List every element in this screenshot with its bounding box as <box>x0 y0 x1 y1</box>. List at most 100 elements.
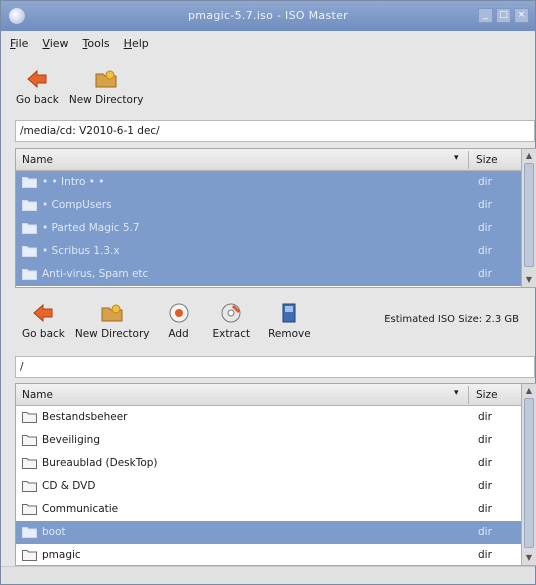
column-divider[interactable] <box>468 386 469 404</box>
column-header-name[interactable]: Name <box>22 154 53 166</box>
list-item[interactable]: Bestandsbeheer dir <box>16 406 536 429</box>
title-bar[interactable]: pmagic-5.7.iso - ISO Master _ □ × <box>1 1 535 31</box>
item-name: • CompUsers <box>42 199 112 211</box>
window-title: pmagic-5.7.iso - ISO Master <box>187 9 348 22</box>
menu-help[interactable]: Help <box>124 37 149 57</box>
iso-scrollbar[interactable]: ▲ ▼ <box>521 384 536 565</box>
item-size: dir <box>478 222 492 234</box>
iso-go-back-button[interactable]: Go back <box>17 302 70 340</box>
filesystem-list[interactable]: Name ▾ Size • • Intro • • dir • CompUsers d… <box>15 148 536 288</box>
item-size: dir <box>478 411 492 423</box>
folder-icon <box>22 457 37 469</box>
add-button[interactable]: Add <box>155 302 203 340</box>
list-item[interactable]: • • Intro • • dir <box>16 171 536 194</box>
scroll-down-arrow-icon[interactable]: ▼ <box>524 275 534 285</box>
folder-icon <box>22 503 37 515</box>
item-size: dir <box>478 526 492 538</box>
fs-new-directory-button[interactable]: New Directory <box>64 68 149 106</box>
remove-icon <box>277 302 301 324</box>
filesystem-path-field[interactable]: /media/cd: V2010-6-1 dec/ <box>15 120 535 142</box>
go-back-icon <box>31 302 55 324</box>
scroll-up-arrow-icon[interactable]: ▲ <box>524 386 534 396</box>
status-bar <box>1 566 535 584</box>
iso-new-directory-button[interactable]: New Directory <box>70 302 155 340</box>
folder-icon <box>22 411 37 423</box>
list-item[interactable]: • CompUsers dir <box>16 194 536 217</box>
window-controls: _ □ × <box>478 8 529 23</box>
column-header-size[interactable]: Size <box>476 154 498 166</box>
filesystem-rows: • • Intro • • dir • CompUsers dir • Parted M… <box>16 171 536 286</box>
scroll-down-arrow-icon[interactable]: ▼ <box>524 553 534 563</box>
scroll-thumb[interactable] <box>524 163 534 267</box>
list-item[interactable]: pmagic dir <box>16 544 536 565</box>
column-header-size[interactable]: Size <box>476 389 498 401</box>
item-size: dir <box>478 434 492 446</box>
item-name: Bestandsbeheer <box>42 411 128 423</box>
menu-tools[interactable]: Tools <box>83 37 110 57</box>
fs-go-back-button[interactable]: Go back <box>11 68 64 106</box>
folder-icon <box>22 222 37 234</box>
item-name: CD & DVD <box>42 480 96 492</box>
item-name: pmagic <box>42 549 81 561</box>
minimize-button[interactable]: _ <box>478 8 493 23</box>
close-button[interactable]: × <box>514 8 529 23</box>
item-name: • • Intro • • <box>42 176 105 188</box>
iso-path-field[interactable]: / <box>15 356 535 378</box>
folder-icon <box>22 434 37 446</box>
item-size: dir <box>478 268 492 280</box>
iso-list-header: Name ▾ Size <box>16 384 536 406</box>
sort-chevron-icon[interactable]: ▾ <box>454 153 459 163</box>
folder-icon <box>22 199 37 211</box>
iso-master-window: pmagic-5.7.iso - ISO Master _ □ × File V… <box>0 0 536 585</box>
list-item[interactable]: • Parted Magic 5.7 dir <box>16 217 536 240</box>
iso-toolbar: Go back New Directory Add Extract Remove <box>17 302 319 340</box>
list-item[interactable]: Communicatie dir <box>16 498 536 521</box>
item-name: boot <box>42 526 66 538</box>
item-name: Anti-virus, Spam etc <box>42 268 149 280</box>
item-size: dir <box>478 549 492 561</box>
column-header-name[interactable]: Name <box>22 389 53 401</box>
list-item[interactable]: boot dir <box>16 521 536 544</box>
add-icon <box>167 302 191 324</box>
item-size: dir <box>478 199 492 211</box>
folder-icon <box>22 176 37 188</box>
folder-icon <box>22 480 37 492</box>
folder-icon <box>22 268 37 280</box>
scroll-thumb[interactable] <box>524 398 534 548</box>
new-directory-icon <box>100 302 124 324</box>
folder-icon <box>22 245 37 257</box>
extract-button[interactable]: Extract <box>203 302 261 340</box>
folder-icon <box>22 549 37 561</box>
remove-button[interactable]: Remove <box>260 302 319 340</box>
scroll-up-arrow-icon[interactable]: ▲ <box>524 151 534 161</box>
item-size: dir <box>478 457 492 469</box>
list-item[interactable]: • Scribus 1.3.x dir <box>16 240 536 263</box>
item-size: dir <box>478 503 492 515</box>
menu-file[interactable]: File <box>10 37 28 57</box>
filesystem-list-header: Name ▾ Size <box>16 149 536 171</box>
item-name: • Scribus 1.3.x <box>42 245 120 257</box>
maximize-button[interactable]: □ <box>496 8 511 23</box>
sort-chevron-icon[interactable]: ▾ <box>454 388 459 398</box>
new-directory-icon <box>94 68 118 90</box>
filesystem-scrollbar[interactable]: ▲ ▼ <box>521 149 536 287</box>
filesystem-toolbar: Go back New Directory <box>11 68 149 106</box>
item-name: Communicatie <box>42 503 119 515</box>
list-item[interactable]: Anti-virus, Spam etc dir <box>16 263 536 286</box>
go-back-icon <box>25 68 49 90</box>
item-name: Bureaublad (DeskTop) <box>42 457 158 469</box>
item-size: dir <box>478 245 492 257</box>
list-item[interactable]: Bureaublad (DeskTop) dir <box>16 452 536 475</box>
estimated-iso-size: Estimated ISO Size: 2.3 GB <box>384 314 519 325</box>
iso-rows: Bestandsbeheer dir Beveiliging dir Bureaubla… <box>16 406 536 565</box>
extract-icon <box>219 302 243 324</box>
menu-bar: File View Tools Help <box>1 37 149 57</box>
iso-list[interactable]: Name ▾ Size Bestandsbeheer dir Beveiliging… <box>15 383 536 566</box>
menu-view[interactable]: View <box>42 37 68 57</box>
column-divider[interactable] <box>468 151 469 169</box>
item-size: dir <box>478 480 492 492</box>
item-name: • Parted Magic 5.7 <box>42 222 140 234</box>
list-item[interactable]: CD & DVD dir <box>16 475 536 498</box>
list-item[interactable]: Beveiliging dir <box>16 429 536 452</box>
item-name: Beveiliging <box>42 434 100 446</box>
